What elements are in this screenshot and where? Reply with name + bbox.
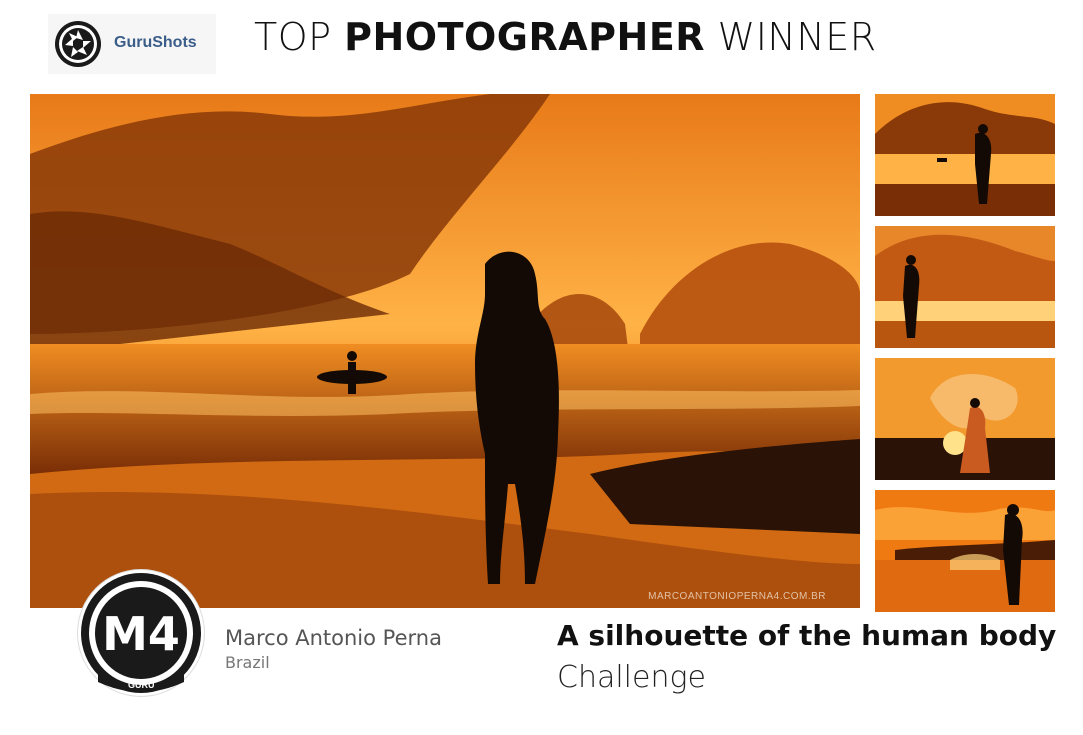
photo-watermark: MARCOANTONIOPERNA4.COM.BR: [648, 591, 826, 602]
brand-logo[interactable]: GuruShots: [48, 14, 216, 74]
page-headline: TOP PHOTOGRAPHER WINNER: [254, 14, 877, 60]
sunset-beach-silhouette-image: [30, 94, 860, 608]
thumbnail-2-image: [875, 226, 1055, 348]
headline-photographer: PHOTOGRAPHER: [344, 15, 706, 59]
challenge-label: Challenge: [557, 660, 706, 695]
guru-badge: GURU: [128, 680, 155, 690]
challenge-title[interactable]: A silhouette of the human body: [557, 619, 1056, 652]
thumbnail-1-image: [875, 94, 1055, 216]
m4p-logo-icon: M4: [81, 573, 201, 693]
thumbnail-4[interactable]: [875, 490, 1055, 612]
thumbnail-3[interactable]: [875, 358, 1055, 480]
thumbnail-3-image: [875, 358, 1055, 480]
thumbnail-1[interactable]: [875, 94, 1055, 216]
photographer-name[interactable]: Marco Antonio Perna: [225, 626, 442, 650]
brand-name: GuruShots: [114, 34, 197, 51]
photographer-avatar[interactable]: M4 GURU: [78, 570, 204, 696]
main-winning-photo[interactable]: MARCOANTONIOPERNA4.COM.BR: [30, 94, 860, 608]
thumbnail-2[interactable]: [875, 226, 1055, 348]
thumbnail-4-image: [875, 490, 1055, 612]
headline-top: TOP: [254, 15, 345, 59]
photographer-country: Brazil: [225, 653, 270, 672]
headline-winner: WINNER: [705, 15, 877, 59]
svg-text:M4: M4: [102, 607, 180, 661]
camera-aperture-icon: [55, 21, 101, 67]
